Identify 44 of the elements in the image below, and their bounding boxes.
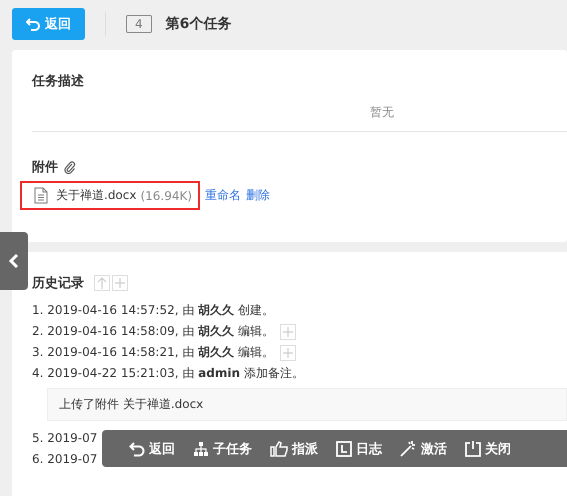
history-entry: 6. 2019-07 (32, 452, 98, 466)
toolbar-button[interactable]: 返回 (120, 440, 184, 458)
sort-button[interactable] (94, 275, 110, 291)
expand-all-button[interactable] (112, 275, 128, 291)
power-box-icon (465, 440, 481, 457)
collapse-handle[interactable] (0, 232, 28, 290)
hierarchy-icon (193, 440, 209, 456)
toolbar-button[interactable]: 日志 (327, 440, 391, 458)
toolbar-button[interactable]: 激活 (391, 440, 456, 458)
task-title: 第6个任务 (166, 15, 232, 33)
file-size: (16.94K) (140, 188, 192, 202)
document-icon (34, 187, 48, 204)
chevron-left-icon (9, 254, 19, 268)
history-entry: 2. 2019-04-16 14:58:09, 由 胡久久 编辑。 (32, 323, 274, 340)
plus-icon (282, 348, 293, 358)
task-id-badge: 4 (126, 15, 152, 33)
section-title: 任务描述 (32, 73, 85, 90)
history-entry: 3. 2019-04-16 14:58:21, 由 胡久久 编辑。 (32, 344, 274, 361)
magic-wand-icon (400, 440, 417, 457)
up-arrow-icon (97, 277, 107, 289)
file-action-link[interactable]: 删除 (246, 187, 270, 204)
paperclip-icon (64, 160, 76, 174)
history-entry: 5. 2019-07 (32, 430, 98, 444)
history-entry: 1. 2019-04-16 14:57:52, 由 胡久久 创建。 (32, 302, 274, 319)
back-button[interactable]: 返回 (12, 8, 85, 40)
clock-square-icon (336, 440, 352, 456)
toolbar-button[interactable]: 子任务 (184, 440, 261, 458)
attachment-file[interactable]: 关于禅道.docx (16.94K) (20, 181, 200, 210)
history-entry: 4. 2019-04-22 15:21:03, 由 admin 添加备注。 (32, 365, 304, 382)
empty-text: 暂无 (369, 104, 395, 121)
section-title: 附件 (32, 159, 58, 176)
plus-icon (115, 278, 125, 288)
expand-button[interactable] (280, 344, 296, 360)
history-comment: 上传了附件 关于禅道.docx (47, 388, 567, 421)
expand-button[interactable] (280, 324, 296, 340)
toolbar-button[interactable]: 关闭 (456, 440, 520, 458)
section-title: 历史记录 (32, 275, 84, 292)
file-action-link[interactable]: 重命名 (205, 187, 242, 204)
plus-icon (282, 326, 293, 336)
thumbs-up-icon (270, 440, 288, 456)
undo-arrow-icon (129, 440, 145, 456)
undo-arrow-icon (26, 17, 40, 31)
file-name: 关于禅道.docx (56, 187, 136, 204)
toolbar-button[interactable]: 指派 (261, 440, 327, 458)
